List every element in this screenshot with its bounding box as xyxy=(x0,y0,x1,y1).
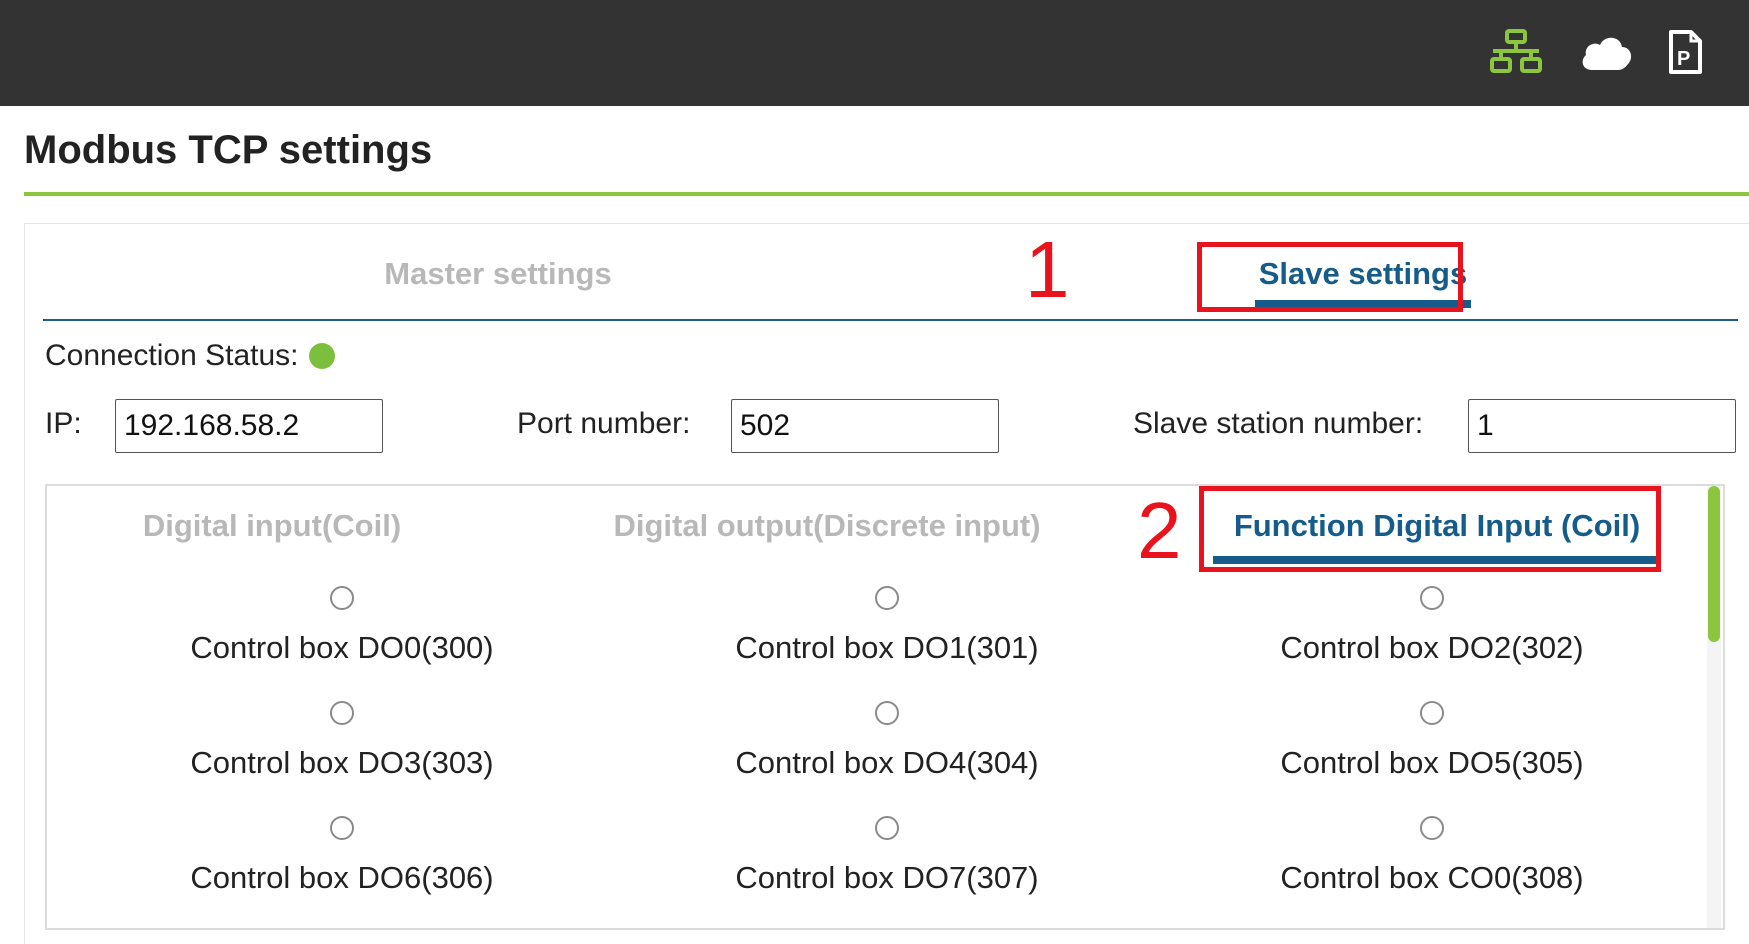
port-number-input[interactable] xyxy=(731,399,999,453)
radio-button[interactable] xyxy=(330,816,354,840)
tab-digital-output[interactable]: Digital output(Discrete input) xyxy=(567,504,1087,548)
option-item[interactable]: Control box DO4(304) xyxy=(637,701,1137,816)
annotation-box-1 xyxy=(1197,242,1463,312)
io-config-panel: Digital input(Coil) Digital output(Discr… xyxy=(45,484,1725,930)
option-item[interactable]: Control box DO7(307) xyxy=(637,816,1137,928)
radio-button[interactable] xyxy=(330,701,354,725)
document-p-icon[interactable]: P xyxy=(1655,24,1715,80)
option-label: Control box DO1(301) xyxy=(735,630,1039,665)
annotation-box-2 xyxy=(1199,486,1661,572)
page-title: Modbus TCP settings xyxy=(24,128,433,172)
radio-button[interactable] xyxy=(875,816,899,840)
radio-button[interactable] xyxy=(1420,701,1444,725)
annotation-marker-2: 2 xyxy=(1137,486,1182,575)
settings-panel: Master settings Slave settings 1 Connect… xyxy=(24,223,1749,944)
option-item[interactable]: Control box DO0(300) xyxy=(92,586,592,701)
network-icon[interactable] xyxy=(1486,24,1546,80)
option-item[interactable]: Control box DO1(301) xyxy=(637,586,1137,701)
option-item[interactable]: Control box DO6(306) xyxy=(92,816,592,928)
connection-status: Connection Status: xyxy=(45,339,335,373)
top-bar: P xyxy=(0,0,1749,106)
option-item[interactable]: Control box DO5(305) xyxy=(1182,701,1682,816)
option-item[interactable]: Control box DO2(302) xyxy=(1182,586,1682,701)
page-content: Modbus TCP settings Master settings Slav… xyxy=(0,106,1749,944)
option-label: Control box DO6(306) xyxy=(190,860,494,895)
tab-master-settings[interactable]: Master settings xyxy=(333,252,663,296)
option-label: Control box DO3(303) xyxy=(190,745,494,780)
title-divider xyxy=(24,192,1749,196)
option-item[interactable]: Control box CO0(308) xyxy=(1182,816,1682,928)
port-number-label: Port number: xyxy=(517,407,691,440)
radio-button[interactable] xyxy=(1420,816,1444,840)
settings-tabs: Master settings Slave settings xyxy=(43,224,1738,321)
option-label: Control box DO5(305) xyxy=(1280,745,1584,780)
connection-status-label: Connection Status: xyxy=(45,339,299,372)
option-label: Control box DO7(307) xyxy=(735,860,1039,895)
tab-digital-input[interactable]: Digital input(Coil) xyxy=(97,504,447,548)
ip-label: IP: xyxy=(45,407,82,440)
option-label: Control box CO0(308) xyxy=(1280,860,1584,895)
slave-station-number-input[interactable] xyxy=(1468,399,1736,453)
connection-status-indicator xyxy=(308,343,335,369)
radio-button[interactable] xyxy=(875,586,899,610)
option-label: Control box DO4(304) xyxy=(735,745,1039,780)
option-label: Control box DO2(302) xyxy=(1280,630,1584,665)
cloud-icon[interactable] xyxy=(1576,24,1636,80)
svg-text:P: P xyxy=(1677,48,1690,70)
option-item[interactable]: Control box DO3(303) xyxy=(92,701,592,816)
radio-button[interactable] xyxy=(1420,586,1444,610)
ip-input[interactable] xyxy=(115,399,383,453)
radio-button[interactable] xyxy=(875,701,899,725)
annotation-marker-1: 1 xyxy=(1025,225,1070,314)
slave-station-number-label: Slave station number: xyxy=(1133,407,1424,440)
radio-button[interactable] xyxy=(330,586,354,610)
scrollbar[interactable] xyxy=(1707,486,1721,928)
scrollbar-thumb[interactable] xyxy=(1708,486,1720,642)
option-label: Control box DO0(300) xyxy=(190,630,494,665)
